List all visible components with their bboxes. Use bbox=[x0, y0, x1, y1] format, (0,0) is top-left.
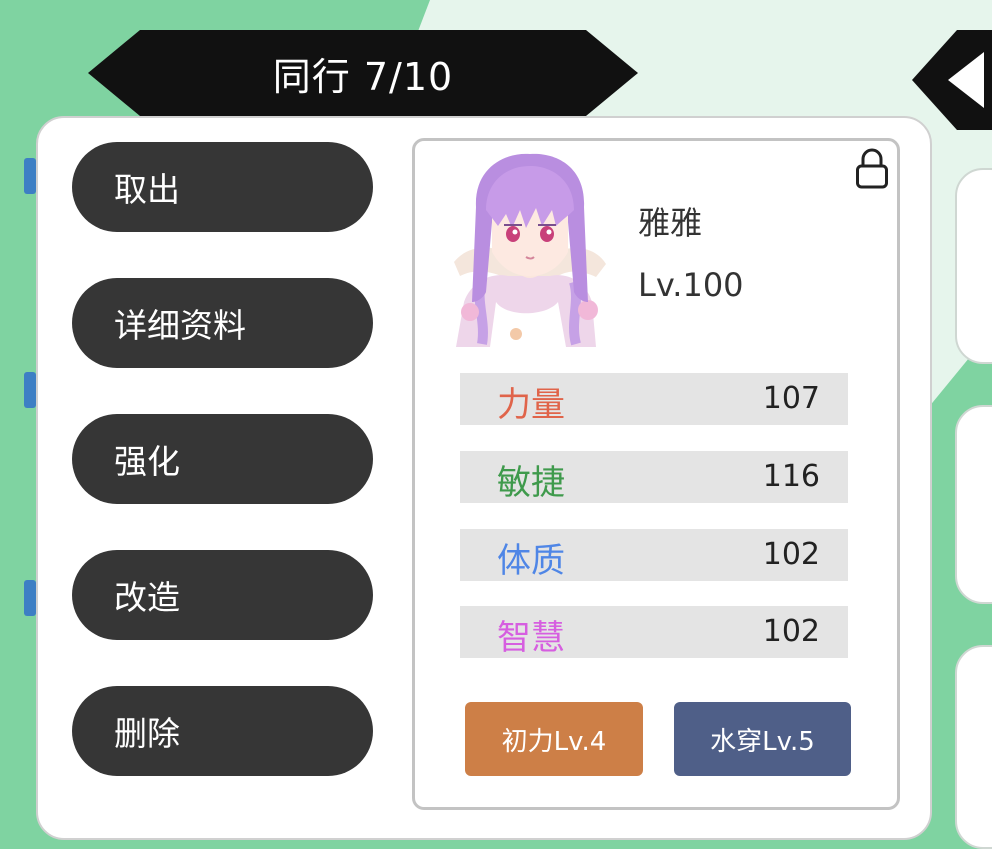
skill-button-1[interactable]: 初力Lv.4 bbox=[465, 702, 643, 776]
menu-item-label: 改造 bbox=[114, 578, 180, 617]
title-banner: 同行 7/10 bbox=[88, 30, 638, 116]
stat-label: 体质 bbox=[497, 541, 565, 581]
stat-label: 力量 bbox=[497, 385, 565, 425]
stat-value: 102 bbox=[762, 614, 820, 649]
stat-row-agility: 敏捷 116 bbox=[460, 451, 848, 503]
stat-value: 116 bbox=[762, 459, 820, 494]
stat-row-constitution: 体质 102 bbox=[460, 529, 848, 581]
menu-item-label: 取出 bbox=[114, 170, 180, 209]
side-character-card[interactable] bbox=[955, 645, 992, 849]
withdraw-button[interactable]: 取出 bbox=[72, 142, 373, 232]
stat-row-strength: 力量 107 bbox=[460, 373, 848, 425]
menu-item-label: 删除 bbox=[114, 714, 180, 753]
edge-tab bbox=[24, 372, 36, 408]
enhance-button[interactable]: 强化 bbox=[72, 414, 373, 504]
stat-value: 102 bbox=[762, 537, 820, 572]
lock-icon[interactable] bbox=[855, 148, 889, 190]
stat-row-wisdom: 智慧 102 bbox=[460, 606, 848, 658]
side-character-card[interactable] bbox=[955, 405, 992, 604]
skill-label: 水穿Lv.5 bbox=[710, 726, 815, 757]
character-portrait bbox=[454, 153, 606, 347]
chevron-left-icon bbox=[948, 52, 984, 108]
details-button[interactable]: 详细资料 bbox=[72, 278, 373, 368]
character-level: Lv.100 bbox=[638, 266, 744, 304]
modify-button[interactable]: 改造 bbox=[72, 550, 373, 640]
side-character-card[interactable] bbox=[955, 168, 992, 364]
stat-label: 敏捷 bbox=[497, 463, 565, 503]
edge-tab bbox=[24, 580, 36, 616]
character-name: 雅雅 bbox=[638, 204, 703, 242]
page-title: 同行 7/10 bbox=[272, 54, 454, 99]
menu-item-label: 强化 bbox=[114, 442, 180, 481]
menu-item-label: 详细资料 bbox=[114, 306, 246, 345]
skill-label: 初力Lv.4 bbox=[501, 726, 607, 757]
stat-value: 107 bbox=[762, 381, 820, 416]
edge-tab bbox=[24, 158, 36, 194]
skill-button-2[interactable]: 水穿Lv.5 bbox=[674, 702, 851, 776]
stat-label: 智慧 bbox=[497, 618, 565, 658]
delete-button[interactable]: 删除 bbox=[72, 686, 373, 776]
